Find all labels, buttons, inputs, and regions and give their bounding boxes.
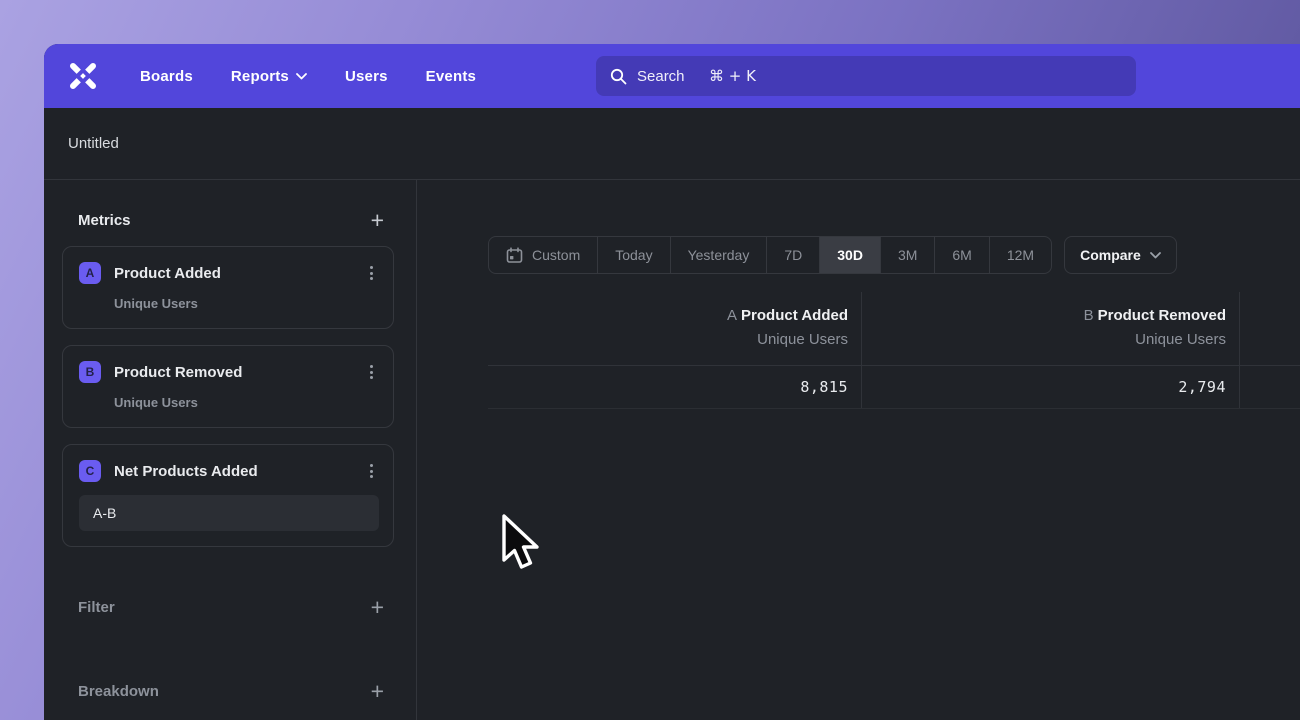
nav-item-events[interactable]: Events (426, 68, 476, 85)
nav-label: Users (345, 68, 388, 85)
column-measure: Unique Users (488, 328, 848, 351)
metric-options-kebab-icon[interactable] (364, 262, 379, 284)
mixpanel-logo-icon[interactable] (68, 61, 98, 91)
metrics-section-label: Metrics (78, 212, 131, 229)
date-tab-30d[interactable]: 30D (820, 237, 881, 273)
search-text-field[interactable] (637, 68, 699, 85)
report-title[interactable]: Untitled (68, 135, 119, 152)
date-tab-label: 7D (784, 247, 802, 263)
query-builder-sidebar: Metrics + A Product Added Unique Users B… (44, 180, 417, 720)
metric-letter-badge: A (79, 262, 101, 284)
nav-label: Reports (231, 68, 289, 85)
add-metric-button[interactable]: + (369, 210, 386, 230)
app-window: Boards Reports Users Events ⌘ + K Untitl… (44, 44, 1300, 720)
chevron-down-icon (296, 73, 307, 80)
nav-label: Boards (140, 68, 193, 85)
metric-card-b[interactable]: B Product Removed Unique Users (62, 345, 394, 428)
date-tab-custom[interactable]: Custom (489, 237, 598, 273)
metric-letter-badge: B (79, 361, 101, 383)
breakdown-section-header: Breakdown + (62, 681, 394, 701)
date-tab-label: 30D (837, 247, 863, 263)
metric-card-c[interactable]: C Net Products Added (62, 444, 394, 547)
metric-value: 2,794 (1178, 378, 1226, 396)
date-tab-12m[interactable]: 12M (990, 237, 1051, 273)
table-header-row: AProduct Added Unique Users BProduct Rem… (488, 292, 1300, 366)
report-header: Untitled (44, 108, 1300, 180)
date-tab-label: Yesterday (688, 247, 750, 263)
table-value-cell-overflow (1240, 366, 1300, 408)
date-tab-6m[interactable]: 6M (935, 237, 989, 273)
add-filter-button[interactable]: + (369, 597, 386, 617)
nav-item-boards[interactable]: Boards (140, 68, 193, 85)
column-letter: B (1084, 307, 1094, 324)
metric-options-kebab-icon[interactable] (364, 460, 379, 482)
metric-value: 8,815 (800, 378, 848, 396)
table-value-cell-a[interactable]: 8,815 (488, 366, 862, 408)
calendar-icon (506, 247, 523, 264)
metric-letter-badge: C (79, 460, 101, 482)
metric-name[interactable]: Product Added (114, 265, 364, 282)
metric-card-a[interactable]: A Product Added Unique Users (62, 246, 394, 329)
date-range-segmented-control: Custom Today Yesterday 7D 30D 3M 6M 12M (488, 236, 1052, 274)
nav-item-users[interactable]: Users (345, 68, 388, 85)
date-tab-label: 12M (1007, 247, 1034, 263)
compare-button[interactable]: Compare (1064, 236, 1177, 274)
desktop-background: { "nav": { "items": [ { "label": "Boards… (0, 0, 1300, 720)
nav-label: Events (426, 68, 476, 85)
metrics-section-header: Metrics + (62, 210, 394, 230)
report-canvas: Custom Today Yesterday 7D 30D 3M 6M 12M … (417, 180, 1300, 720)
column-letter: A (727, 307, 737, 324)
add-breakdown-button[interactable]: + (369, 681, 386, 701)
column-measure: Unique Users (862, 328, 1226, 351)
date-tab-today[interactable]: Today (598, 237, 670, 273)
date-range-toolbar: Custom Today Yesterday 7D 30D 3M 6M 12M … (488, 236, 1177, 274)
metric-name[interactable]: Net Products Added (114, 463, 364, 480)
table-value-cell-b[interactable]: 2,794 (862, 366, 1240, 408)
top-navbar: Boards Reports Users Events ⌘ + K (44, 44, 1300, 108)
search-shortcut-hint: ⌘ + K (709, 67, 756, 85)
table-header-cell-a: AProduct Added Unique Users (488, 292, 862, 365)
date-tab-label: 3M (898, 247, 917, 263)
search-icon (610, 68, 627, 85)
column-name: Product Removed (1098, 307, 1226, 324)
compare-label: Compare (1080, 247, 1141, 263)
table-value-row: 8,815 2,794 (488, 366, 1300, 409)
metric-measure[interactable]: Unique Users (114, 296, 379, 311)
metrics-result-table: AProduct Added Unique Users BProduct Rem… (488, 292, 1300, 409)
date-tab-3m[interactable]: 3M (881, 237, 935, 273)
filter-section-label: Filter (78, 599, 115, 616)
nav-item-reports[interactable]: Reports (231, 68, 307, 85)
search-input[interactable]: ⌘ + K (596, 56, 1136, 96)
date-tab-7d[interactable]: 7D (767, 237, 820, 273)
formula-input[interactable] (79, 495, 379, 531)
metric-options-kebab-icon[interactable] (364, 361, 379, 383)
breakdown-section-label: Breakdown (78, 683, 159, 700)
date-tab-yesterday[interactable]: Yesterday (671, 237, 768, 273)
date-tab-label: Custom (532, 247, 580, 263)
column-name: Product Added (741, 307, 848, 324)
nav-menu: Boards Reports Users Events (140, 68, 476, 85)
table-header-cell-b: BProduct Removed Unique Users (862, 292, 1240, 365)
table-header-cell-overflow (1240, 292, 1300, 365)
metric-measure[interactable]: Unique Users (114, 395, 379, 410)
metric-name[interactable]: Product Removed (114, 364, 364, 381)
filter-section-header: Filter + (62, 597, 394, 617)
date-tab-label: Today (615, 247, 652, 263)
chevron-down-icon (1150, 252, 1161, 259)
date-tab-label: 6M (952, 247, 971, 263)
